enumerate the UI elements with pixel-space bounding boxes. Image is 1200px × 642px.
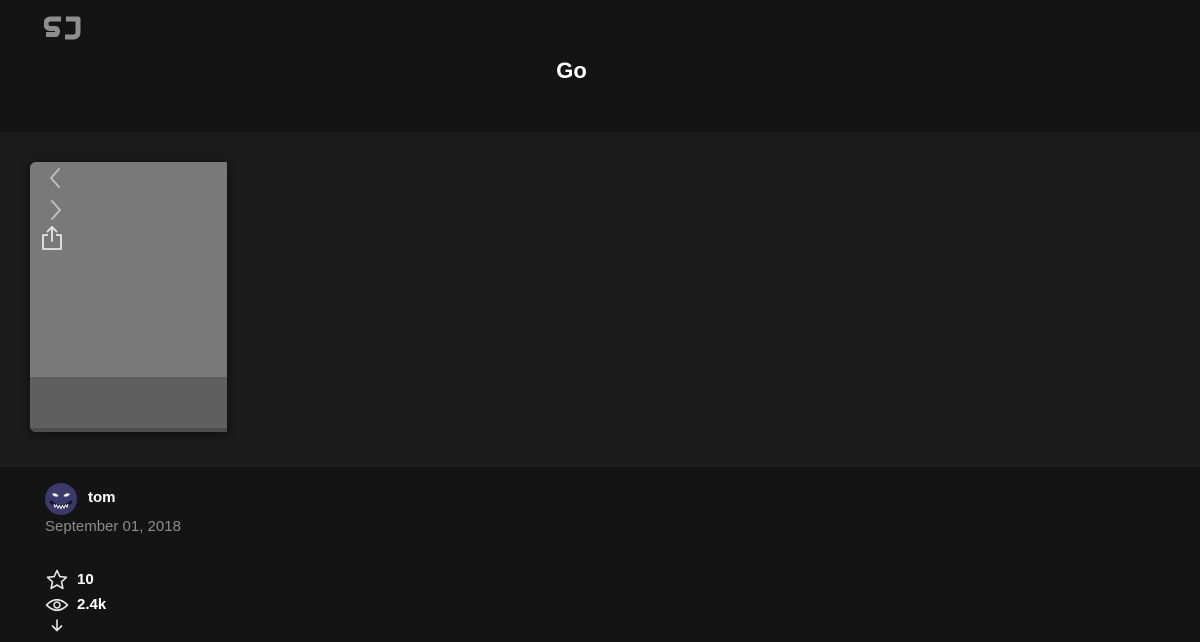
share-icon — [42, 226, 62, 250]
slideshow-stage — [0, 132, 1200, 467]
monster-face-avatar — [45, 483, 77, 515]
previous-slide-button[interactable] — [46, 166, 66, 190]
next-slide-button[interactable] — [46, 198, 66, 222]
share-button[interactable] — [40, 224, 64, 252]
views-count: 2.4k — [77, 596, 107, 613]
slide-preview[interactable] — [30, 162, 227, 432]
eye-icon — [45, 598, 69, 612]
slide-progress-track — [30, 428, 227, 432]
chevron-left-icon — [50, 168, 60, 188]
author-name[interactable]: tom — [88, 489, 116, 506]
chevron-right-icon — [51, 200, 61, 220]
header: Go — [0, 0, 1200, 132]
star-icon — [46, 569, 68, 590]
avatar[interactable] — [45, 483, 77, 515]
publish-date: September 01, 2018 — [45, 518, 181, 535]
page-title: Go — [556, 58, 587, 83]
download-icon — [51, 619, 63, 632]
slide-footer — [30, 377, 227, 428]
sj-logo-icon[interactable] — [43, 16, 84, 42]
likes-count: 10 — [77, 571, 94, 588]
